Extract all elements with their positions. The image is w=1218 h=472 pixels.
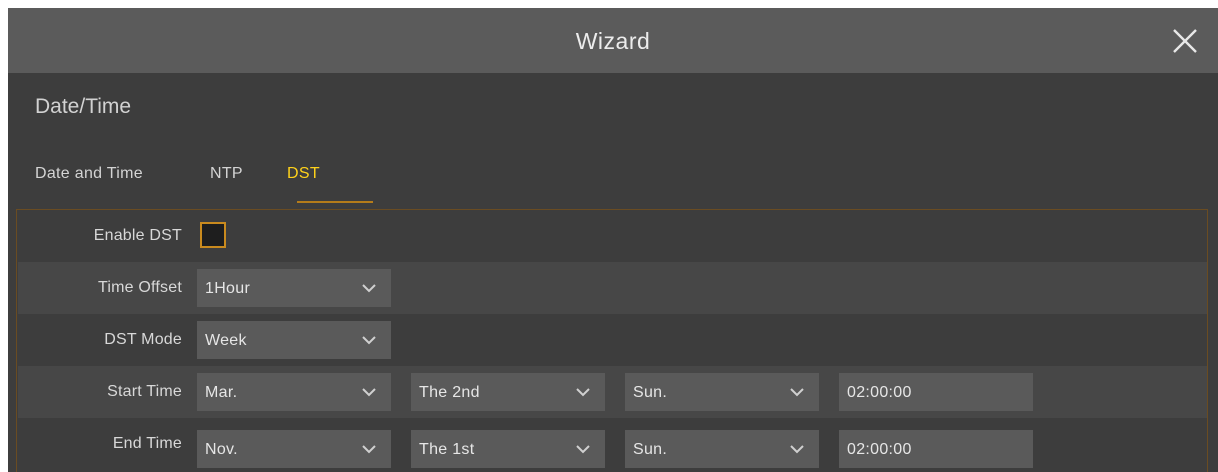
- start-time-value: 02:00:00: [847, 384, 912, 401]
- end-month-value: Nov.: [205, 441, 238, 458]
- chevron-down-icon: [361, 386, 377, 398]
- end-time-value: 02:00:00: [847, 441, 912, 458]
- chevron-down-icon: [361, 334, 377, 346]
- active-tab-indicator: [297, 201, 373, 203]
- start-week-value: The 2nd: [419, 384, 480, 401]
- end-month-select[interactable]: Nov.: [197, 430, 391, 468]
- end-time-input[interactable]: 02:00:00: [839, 430, 1033, 468]
- enable-dst-label: Enable DST: [93, 227, 182, 244]
- chevron-down-icon: [575, 443, 591, 455]
- wizard-body: Date/Time Date and Time NTP DST Enable D…: [8, 73, 1218, 472]
- close-button[interactable]: [1170, 26, 1200, 56]
- time-offset-select[interactable]: 1Hour: [197, 269, 391, 307]
- section-title: Date/Time: [35, 95, 132, 118]
- chevron-down-icon: [789, 443, 805, 455]
- chevron-down-icon: [789, 386, 805, 398]
- enable-dst-checkbox[interactable]: [200, 222, 226, 248]
- start-month-select[interactable]: Mar.: [197, 373, 391, 411]
- dst-mode-select[interactable]: Week: [197, 321, 391, 359]
- end-day-value: Sun.: [633, 441, 668, 458]
- time-offset-value: 1Hour: [205, 280, 251, 297]
- chevron-down-icon: [361, 443, 377, 455]
- dst-mode-value: Week: [205, 332, 247, 349]
- title-bar: Wizard: [8, 8, 1218, 73]
- wizard-window: Wizard Date/Time Date and Time NTP DST E…: [0, 0, 1218, 472]
- dst-mode-row: DST Mode Week: [18, 314, 1207, 366]
- tab-date-and-time[interactable]: Date and Time: [35, 165, 143, 183]
- window-frame-top: [0, 0, 1218, 8]
- time-offset-label: Time Offset: [98, 279, 182, 296]
- tab-dst[interactable]: DST: [287, 165, 320, 183]
- start-time-row: Start Time Mar. The 2nd Sun. 02:00:00: [18, 366, 1207, 418]
- dst-mode-label: DST Mode: [104, 331, 182, 348]
- tab-ntp[interactable]: NTP: [210, 165, 243, 183]
- end-time-label: End Time: [112, 435, 182, 452]
- end-week-select[interactable]: The 1st: [411, 430, 605, 468]
- close-icon: [1173, 29, 1197, 53]
- start-day-select[interactable]: Sun.: [625, 373, 819, 411]
- start-time-input[interactable]: 02:00:00: [839, 373, 1033, 411]
- chevron-down-icon: [361, 282, 377, 294]
- window-frame-left: [0, 0, 8, 472]
- time-offset-row: Time Offset 1Hour: [18, 262, 1207, 314]
- start-month-value: Mar.: [205, 384, 238, 401]
- end-time-row: End Time Nov. The 1st Sun. 02:00:00: [18, 418, 1207, 470]
- window-title: Wizard: [575, 28, 651, 54]
- start-day-value: Sun.: [633, 384, 668, 401]
- start-week-select[interactable]: The 2nd: [411, 373, 605, 411]
- chevron-down-icon: [575, 386, 591, 398]
- end-day-select[interactable]: Sun.: [625, 430, 819, 468]
- dst-settings-panel: Enable DST Time Offset 1Hour DST Mode We…: [16, 209, 1208, 472]
- end-week-value: The 1st: [419, 441, 475, 458]
- enable-dst-row: Enable DST: [18, 210, 1207, 262]
- start-time-label: Start Time: [107, 383, 182, 400]
